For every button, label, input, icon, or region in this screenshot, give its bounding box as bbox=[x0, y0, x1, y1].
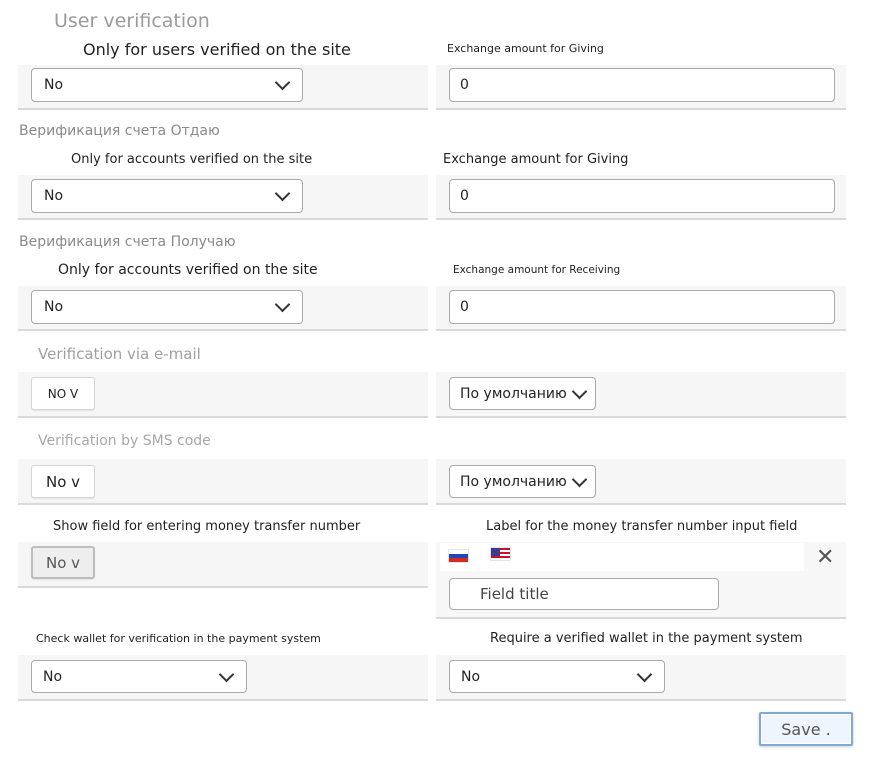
transfer-field-toggle[interactable]: No v bbox=[31, 546, 95, 579]
select-value: No bbox=[44, 188, 64, 204]
exchange-amount-receiving-input[interactable]: 0 bbox=[449, 290, 835, 324]
chevron-down-icon bbox=[274, 296, 291, 313]
chevron-down-icon bbox=[274, 185, 291, 202]
section-title-email-verification: Verification via e-mail bbox=[38, 345, 201, 363]
accounts-verified-giving-select[interactable]: No bbox=[31, 179, 303, 213]
email-verification-toggle[interactable]: NO V bbox=[31, 377, 95, 410]
label-exchange-amount-giving-2: Exchange amount for Giving bbox=[443, 152, 629, 167]
select-value: No bbox=[44, 77, 64, 93]
section-title-sms-verification: Verification by SMS code bbox=[38, 433, 211, 449]
chevron-down-icon bbox=[274, 74, 291, 91]
label-show-transfer-field: Show field for entering money transfer n… bbox=[53, 519, 361, 534]
email-default-select[interactable]: По умолчанию bbox=[449, 377, 596, 410]
label-exchange-amount-receiving: Exchange amount for Receiving bbox=[453, 264, 621, 276]
chevron-down-icon bbox=[636, 666, 653, 682]
label-accounts-verified-receiving: Only for accounts verified on the site bbox=[58, 262, 318, 278]
close-icon[interactable]: ✕ bbox=[816, 547, 834, 569]
field-title-placeholder: Field title bbox=[480, 585, 549, 603]
exchange-amount-giving-input[interactable]: 0 bbox=[449, 68, 835, 102]
sms-default-select[interactable]: По умолчанию bbox=[449, 465, 596, 498]
select-value: No bbox=[43, 668, 63, 685]
select-value: По умолчанию bbox=[460, 385, 567, 402]
chevron-down-icon bbox=[218, 666, 235, 682]
chevron-down-icon bbox=[571, 471, 588, 487]
section-title-account-giving: Верификация счета Отдаю bbox=[19, 123, 220, 139]
users-verified-select[interactable]: No bbox=[31, 68, 303, 102]
save-button[interactable]: Save . bbox=[759, 712, 853, 746]
sms-verification-toggle[interactable]: No v bbox=[31, 465, 95, 498]
field-title-input[interactable]: Field title bbox=[449, 578, 719, 610]
require-wallet-select[interactable]: No bbox=[449, 660, 665, 693]
section-title-user-verification: User verification bbox=[54, 10, 210, 32]
label-users-verified: Only for users verified on the site bbox=[83, 40, 351, 59]
chevron-down-icon bbox=[571, 383, 588, 399]
select-value: По умолчанию bbox=[460, 473, 567, 490]
section-title-account-receiving: Верификация счета Получаю bbox=[19, 234, 236, 250]
check-wallet-select[interactable]: No bbox=[31, 660, 247, 693]
exchange-amount-giving-input-2[interactable]: 0 bbox=[449, 179, 835, 213]
select-value: No bbox=[44, 299, 64, 315]
label-check-wallet: Check wallet for verification in the pay… bbox=[36, 632, 321, 645]
flag-ru-icon[interactable] bbox=[448, 549, 469, 563]
label-require-verified-wallet: Require a verified wallet in the payment… bbox=[490, 631, 803, 646]
label-exchange-amount-giving: Exchange amount for Giving bbox=[447, 42, 604, 55]
label-transfer-input-field: Label for the money transfer number inpu… bbox=[486, 519, 798, 534]
accounts-verified-receiving-select[interactable]: No bbox=[31, 290, 303, 324]
flag-us-icon[interactable] bbox=[490, 547, 511, 561]
label-accounts-verified-giving: Only for accounts verified on the site bbox=[71, 152, 313, 167]
select-value: No bbox=[461, 668, 481, 685]
